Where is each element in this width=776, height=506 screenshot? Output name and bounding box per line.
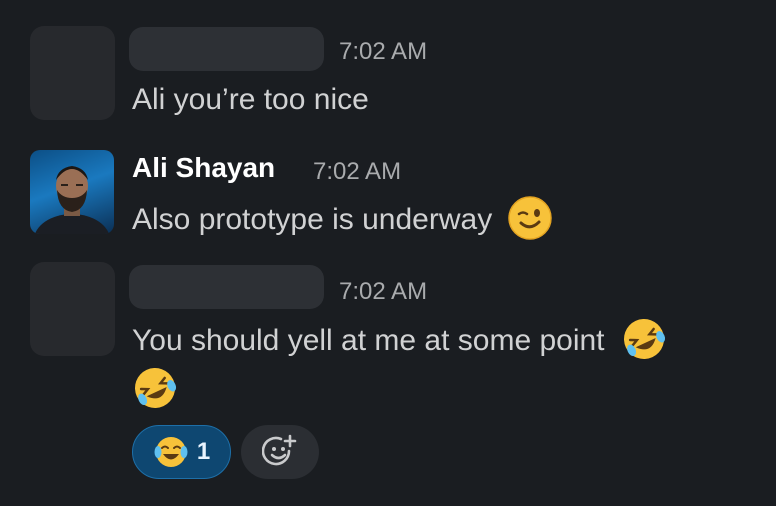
face-with-tears-of-joy-icon (154, 437, 188, 467)
reaction-count: 1 (196, 438, 211, 465)
message-timestamp[interactable]: 7:02 AM (313, 158, 401, 186)
avatar-photo-icon (35, 166, 109, 234)
message-text-line-2 (132, 365, 178, 411)
avatar-redacted[interactable] (30, 262, 115, 356)
reaction-pill[interactable]: 1 (132, 425, 231, 479)
author-name-redacted[interactable] (129, 27, 324, 71)
author-name-redacted[interactable] (129, 265, 324, 309)
message-text-line: Also prototype is underway (132, 196, 553, 241)
message-text: Also prototype is underway (132, 202, 493, 236)
avatar-redacted[interactable] (30, 26, 115, 120)
rolling-on-the-floor-laughing-icon (135, 368, 177, 408)
add-reaction-button[interactable] (241, 425, 319, 479)
message-text: Ali you’re too nice (132, 83, 369, 116)
author-name[interactable]: Ali Shayan (132, 152, 275, 184)
rolling-on-the-floor-laughing-icon (623, 319, 665, 359)
add-reaction-icon (262, 434, 297, 466)
message-timestamp[interactable]: 7:02 AM (339, 38, 427, 66)
message-text: You should yell at me at some point (132, 323, 605, 357)
winking-face-icon (507, 196, 552, 240)
message-timestamp[interactable]: 7:02 AM (339, 278, 427, 306)
message-text-line: You should yell at me at some point (132, 319, 667, 362)
avatar-ali-shayan[interactable] (30, 150, 114, 234)
